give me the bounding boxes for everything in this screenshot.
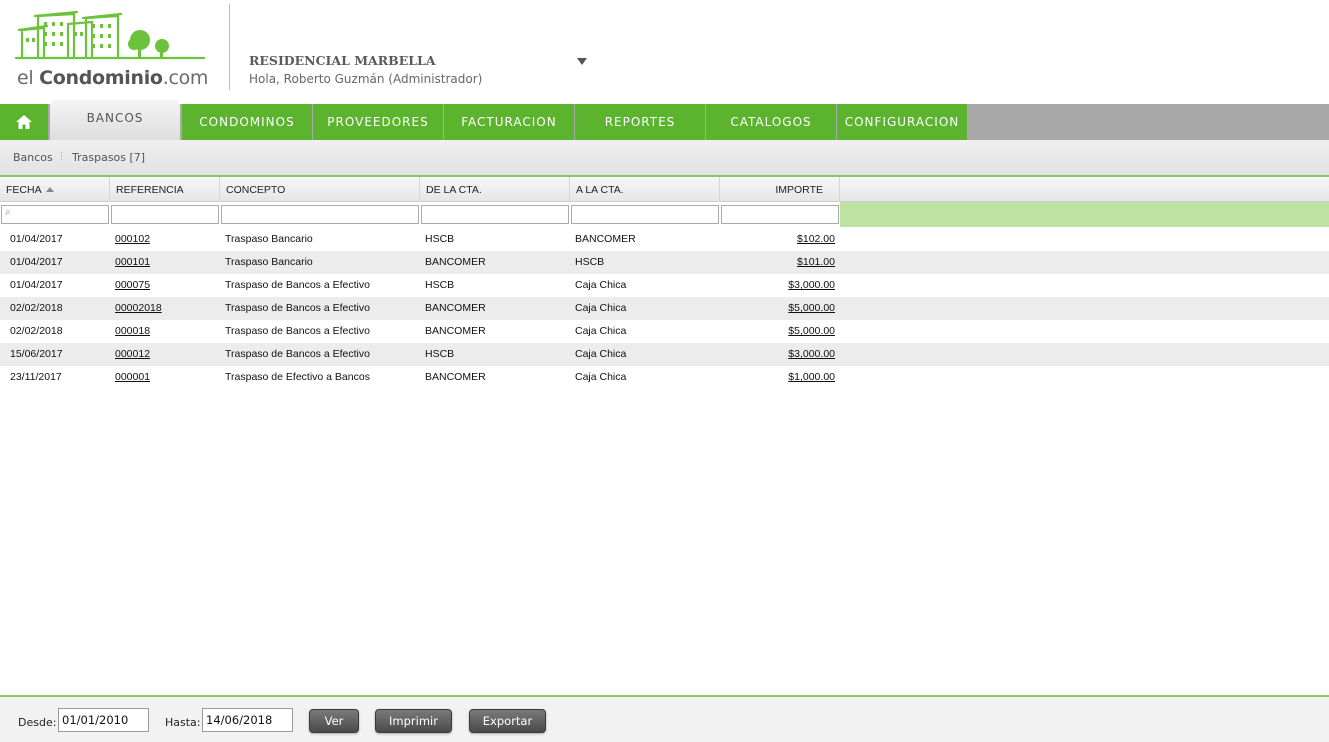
column-header-label: FECHA xyxy=(6,183,42,196)
logo-prefix: el xyxy=(17,67,40,89)
sort-asc-icon xyxy=(45,187,54,192)
cell-concepto: Traspaso Bancario xyxy=(225,233,313,245)
table-row[interactable]: 01/04/2017 000075 Traspaso de Bancos a Efe… xyxy=(0,274,1329,297)
filter-a-la-cta-input[interactable] xyxy=(571,205,719,224)
table-row[interactable]: 02/02/2018 00002018 Traspaso de Bancos a E… xyxy=(0,297,1329,320)
cell-a: Caja Chica xyxy=(575,279,627,291)
filter-referencia-input[interactable] xyxy=(111,205,219,224)
cell-fecha: 01/04/2017 xyxy=(10,256,63,268)
cell-fecha: 01/04/2017 xyxy=(10,233,63,245)
user-greeting: Hola, Roberto Guzmán (Administrador) xyxy=(249,72,483,86)
cell-a: Caja Chica xyxy=(575,371,627,383)
cell-referencia[interactable]: 000075 xyxy=(115,279,150,291)
column-header-de-la-cta[interactable]: DE LA CTA. xyxy=(420,177,570,202)
logo-suffix: .com xyxy=(162,67,209,89)
main-nav: BANCOS CONDOMINOS PROVEEDORES FACTURACIO… xyxy=(0,100,1329,140)
cell-concepto: Traspaso de Bancos a Efectivo xyxy=(225,348,370,360)
filter-importe-input[interactable] xyxy=(721,205,839,224)
column-header-concepto[interactable]: CONCEPTO xyxy=(220,177,420,202)
cell-concepto: Traspaso de Bancos a Efectivo xyxy=(225,279,370,291)
cell-importe[interactable]: $3,000.00 xyxy=(715,279,835,291)
chevron-down-icon[interactable] xyxy=(577,58,587,65)
cell-referencia[interactable]: 000102 xyxy=(115,233,150,245)
condo-name: RESIDENCIAL MARBELLA xyxy=(249,53,436,68)
cell-de: BANCOMER xyxy=(425,256,486,268)
cell-concepto: Traspaso de Bancos a Efectivo xyxy=(225,302,370,314)
cell-de: BANCOMER xyxy=(425,371,486,383)
cell-referencia[interactable]: 000001 xyxy=(115,371,150,383)
cell-fecha: 02/02/2018 xyxy=(10,302,63,314)
table-row[interactable]: 01/04/2017 000102 Traspaso Bancario HSCB BAN… xyxy=(0,228,1329,251)
logo[interactable]: el Condominio.com xyxy=(14,10,210,94)
table-row[interactable]: 23/11/2017 000001 Traspaso de Efectivo a B… xyxy=(0,366,1329,389)
search-icon: ⌕ xyxy=(5,207,11,218)
table-row[interactable]: 01/04/2017 000101 Traspaso Bancario BANCOME… xyxy=(0,251,1329,274)
header-divider xyxy=(229,4,230,90)
cell-referencia[interactable]: 000018 xyxy=(115,325,150,337)
column-header-importe[interactable]: IMPORTE xyxy=(720,177,840,202)
filter-de-la-cta-input[interactable] xyxy=(421,205,569,224)
filter-row: ⌕ xyxy=(0,202,1329,227)
cell-de: HSCB xyxy=(425,348,455,360)
cell-referencia[interactable]: 000101 xyxy=(115,256,150,268)
tab-catalogos[interactable]: CATALOGOS xyxy=(706,104,836,140)
desde-label: Desde: xyxy=(18,716,57,729)
tab-bancos[interactable]: BANCOS xyxy=(50,100,180,140)
cell-a: HSCB xyxy=(575,256,605,268)
logo-brand: Condominio xyxy=(39,67,163,89)
cell-a: Caja Chica xyxy=(575,325,627,337)
breadcrumb-current: Traspasos [7] xyxy=(72,151,146,164)
cell-fecha: 15/06/2017 xyxy=(10,348,63,360)
cell-de: HSCB xyxy=(425,279,455,291)
cell-importe[interactable]: $1,000.00 xyxy=(715,371,835,383)
filter-concepto-input[interactable] xyxy=(221,205,419,224)
cell-a: Caja Chica xyxy=(575,348,627,360)
column-header-a-la-cta[interactable]: A LA CTA. xyxy=(570,177,720,202)
breadcrumb-separator-icon: ⋮ xyxy=(57,152,66,162)
cell-concepto: Traspaso de Efectivo a Bancos xyxy=(225,371,370,383)
hasta-date-input[interactable] xyxy=(202,708,293,732)
cell-concepto: Traspaso de Bancos a Efectivo xyxy=(225,325,370,337)
cell-a: BANCOMER xyxy=(575,233,636,245)
cell-de: BANCOMER xyxy=(425,325,486,337)
ver-button[interactable]: Ver xyxy=(309,709,359,733)
cell-referencia[interactable]: 00002018 xyxy=(115,302,162,314)
breadcrumb: Bancos ⋮ Traspasos [7] xyxy=(0,140,1329,176)
nav-home[interactable] xyxy=(0,104,48,140)
logo-wordmark: el Condominio.com xyxy=(17,67,208,89)
column-header-referencia[interactable]: REFERENCIA xyxy=(110,177,220,202)
logo-buildings-icon xyxy=(14,10,206,60)
cell-fecha: 01/04/2017 xyxy=(10,279,63,291)
cell-importe[interactable]: $3,000.00 xyxy=(715,348,835,360)
tab-condominos[interactable]: CONDOMINOS xyxy=(182,104,312,140)
cell-importe[interactable]: $5,000.00 xyxy=(715,325,835,337)
home-icon xyxy=(16,115,32,129)
cell-de: HSCB xyxy=(425,233,455,245)
cell-fecha: 02/02/2018 xyxy=(10,325,63,337)
tab-reportes[interactable]: REPORTES xyxy=(575,104,705,140)
column-header-fecha[interactable]: FECHA xyxy=(0,177,110,202)
table-row[interactable]: 15/06/2017 000012 Traspaso de Bancos a Efe… xyxy=(0,343,1329,366)
breadcrumb-root[interactable]: Bancos xyxy=(13,151,53,164)
cell-importe[interactable]: $101.00 xyxy=(715,256,835,268)
cell-fecha: 23/11/2017 xyxy=(10,371,62,383)
tab-proveedores[interactable]: PROVEEDORES xyxy=(313,104,443,140)
cell-concepto: Traspaso Bancario xyxy=(225,256,313,268)
cell-de: BANCOMER xyxy=(425,302,486,314)
table-row[interactable]: 02/02/2018 000018 Traspaso de Bancos a Efe… xyxy=(0,320,1329,343)
exportar-button[interactable]: Exportar xyxy=(469,709,546,733)
cell-a: Caja Chica xyxy=(575,302,627,314)
cell-referencia[interactable]: 000012 xyxy=(115,348,150,360)
grid-header: FECHA REFERENCIA CONCEPTO DE LA CTA. A L… xyxy=(0,177,1329,202)
imprimir-button[interactable]: Imprimir xyxy=(375,709,452,733)
tab-configuracion[interactable]: CONFIGURACION xyxy=(837,104,967,140)
tab-facturacion[interactable]: FACTURACION xyxy=(444,104,574,140)
header: el Condominio.com RESIDENCIAL MARBELLA H… xyxy=(0,0,1329,104)
desde-date-input[interactable] xyxy=(58,708,149,732)
cell-importe[interactable]: $102.00 xyxy=(715,233,835,245)
cell-importe[interactable]: $5,000.00 xyxy=(715,302,835,314)
filter-fecha-input[interactable]: ⌕ xyxy=(1,205,109,224)
hasta-label: Hasta: xyxy=(165,716,201,729)
footer-toolbar: Desde: Hasta: Ver Imprimir Exportar xyxy=(0,697,1329,742)
